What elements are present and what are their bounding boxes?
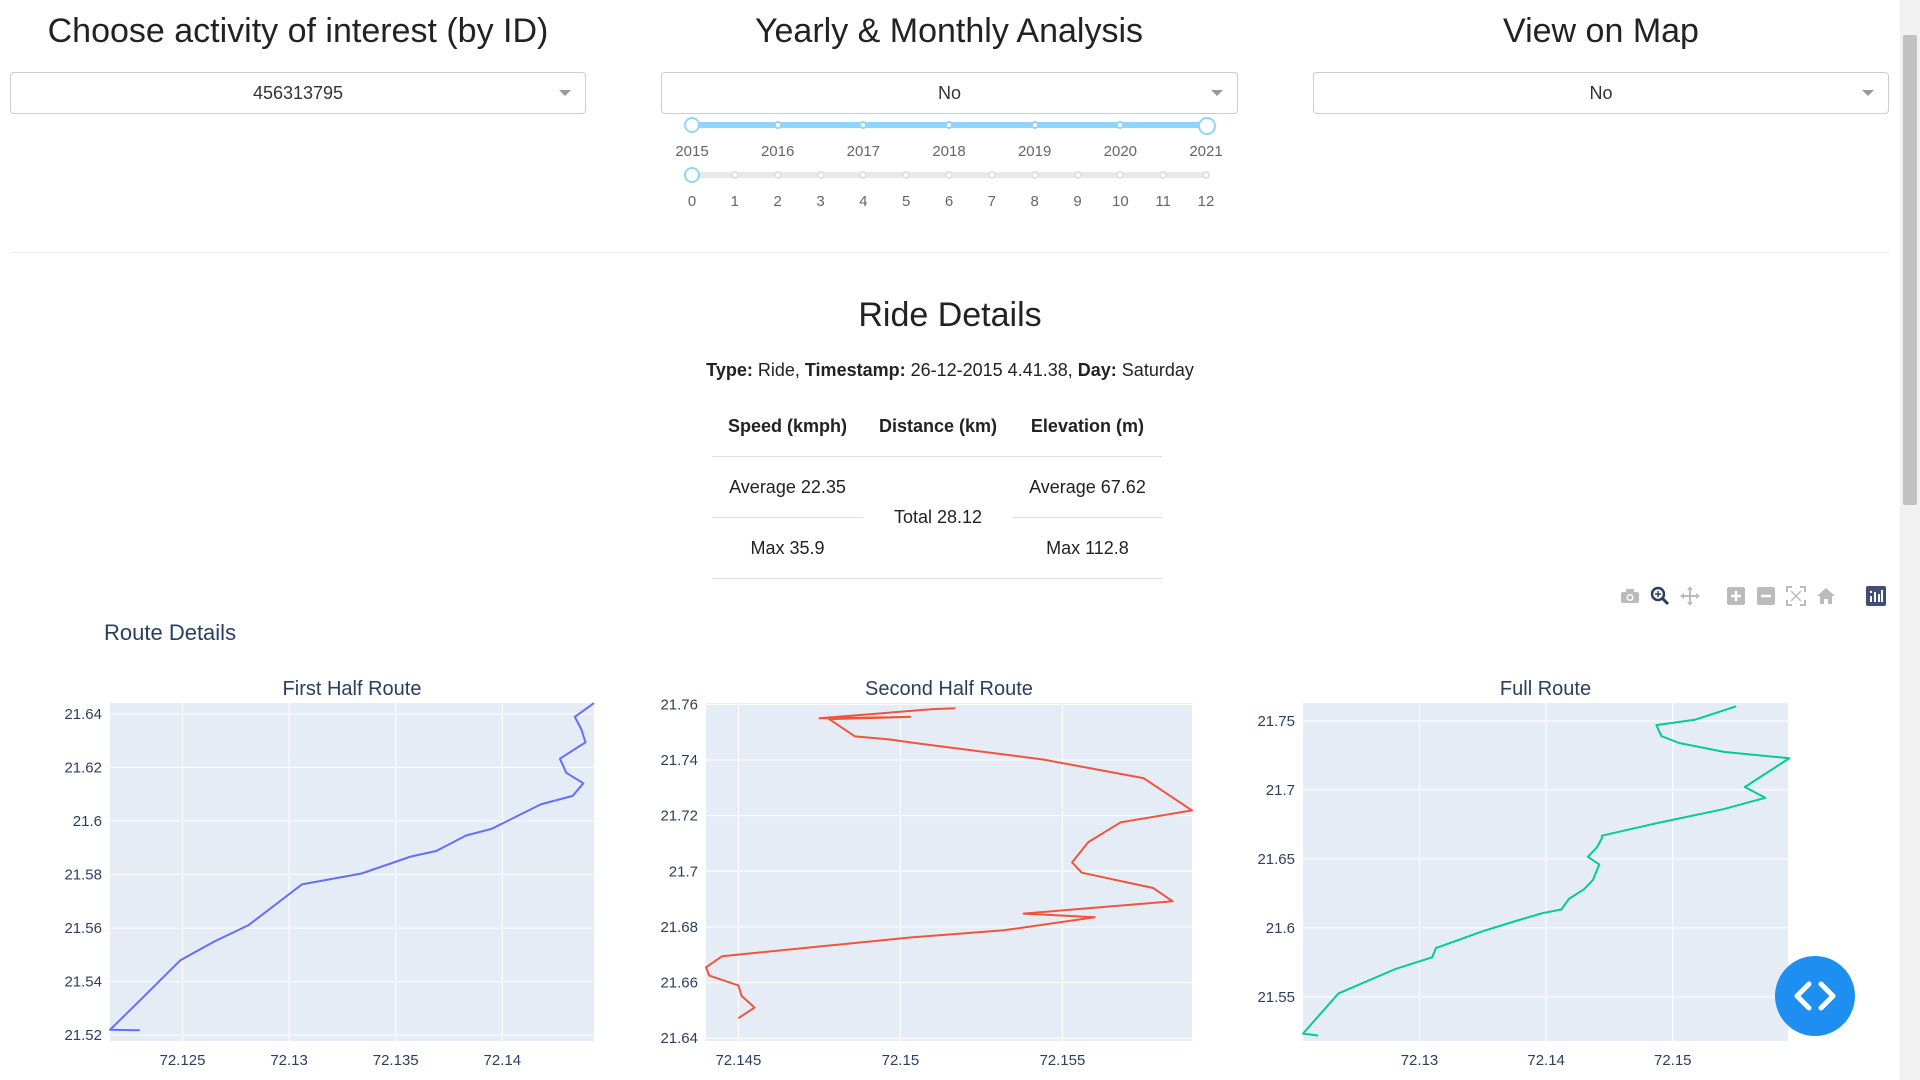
y-tick-label: 21.72 <box>660 808 698 825</box>
y-tick-label: 21.54 <box>64 974 102 991</box>
y-tick-label: 21.66 <box>660 975 698 992</box>
plot-area <box>1303 703 1788 1041</box>
y-tick-label: 21.64 <box>660 1030 698 1047</box>
y-tick-label: 21.76 <box>660 696 698 713</box>
y-tick-label: 21.6 <box>73 813 102 830</box>
route-plots[interactable]: 72.125 72.13 72.135 72.14 21.52 21.54 21.56 21.… <box>0 0 1900 1080</box>
x-tick-label: 72.13 <box>270 1052 308 1069</box>
plot-area <box>706 703 1192 1041</box>
y-tick-label: 21.6 <box>1266 920 1295 937</box>
code-toggle-button[interactable] <box>1775 956 1855 1036</box>
y-tick-label: 21.55 <box>1257 989 1295 1006</box>
y-tick-label: 21.65 <box>1257 851 1295 868</box>
x-tick-label: 72.13 <box>1401 1052 1439 1069</box>
y-tick-label: 21.62 <box>64 759 102 776</box>
x-tick-label: 72.14 <box>1527 1052 1565 1069</box>
x-tick-label: 72.145 <box>715 1052 761 1069</box>
y-tick-label: 21.7 <box>1266 782 1295 799</box>
y-tick-label: 21.75 <box>1257 713 1295 730</box>
x-tick-label: 72.125 <box>160 1052 206 1069</box>
y-tick-label: 21.74 <box>660 752 698 769</box>
x-tick-label: 72.14 <box>484 1052 522 1069</box>
y-tick-label: 21.68 <box>660 919 698 936</box>
y-tick-label: 21.58 <box>64 867 102 884</box>
y-tick-label: 21.52 <box>64 1027 102 1044</box>
page-scrollbar-thumb[interactable] <box>1903 35 1917 505</box>
y-tick-label: 21.56 <box>64 920 102 937</box>
code-icon <box>1794 981 1836 1011</box>
x-tick-label: 72.155 <box>1039 1052 1085 1069</box>
y-tick-label: 21.7 <box>669 863 698 880</box>
x-tick-label: 72.15 <box>1654 1052 1692 1069</box>
y-tick-label: 21.64 <box>64 706 102 723</box>
x-tick-label: 72.15 <box>882 1052 920 1069</box>
x-tick-label: 72.135 <box>373 1052 419 1069</box>
